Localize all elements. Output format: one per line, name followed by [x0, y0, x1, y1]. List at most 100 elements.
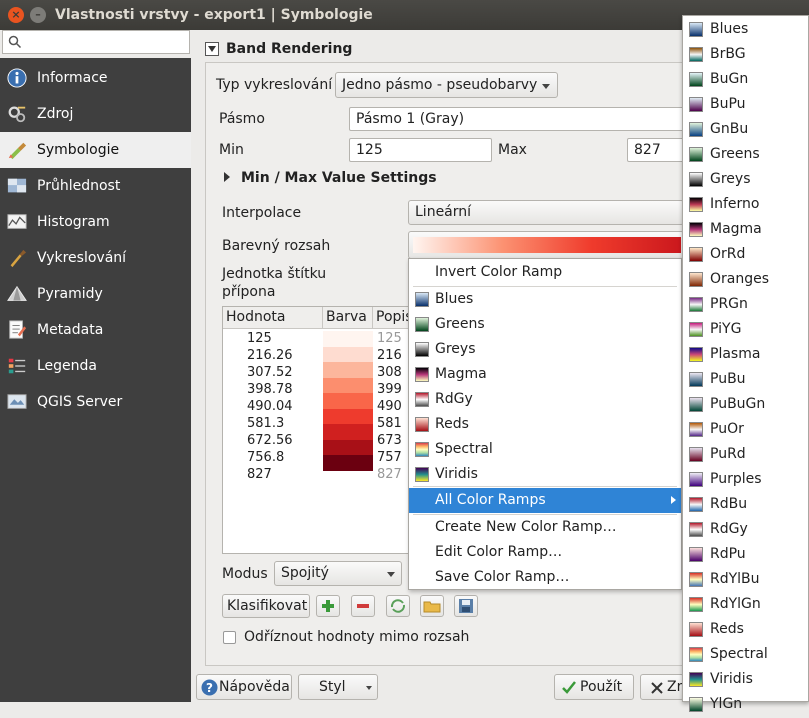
- submenu-item-rdpu[interactable]: RdPu: [683, 543, 809, 568]
- table-cell-color[interactable]: [323, 424, 373, 440]
- table-cell-color[interactable]: [323, 377, 373, 394]
- search-input[interactable]: [25, 32, 185, 52]
- sidebar-item-pyramidy[interactable]: Pyramidy: [0, 276, 191, 312]
- table-cell-color[interactable]: [323, 455, 373, 471]
- submenu-item-viridis[interactable]: Viridis: [683, 668, 809, 693]
- submenu-item-gnbu[interactable]: GnBu: [683, 118, 809, 143]
- close-button[interactable]: Zr: [640, 674, 684, 700]
- close-window-button[interactable]: ×: [8, 7, 24, 23]
- menu-item-magma[interactable]: Magma: [409, 362, 681, 387]
- table-cell-value[interactable]: 216.26: [247, 348, 293, 363]
- render-type-select[interactable]: Jedno pásmo - pseudobarvy: [335, 72, 558, 98]
- save-colormap-button[interactable]: [454, 595, 478, 617]
- minmax-settings-toggle[interactable]: Min / Max Value Settings: [241, 170, 437, 186]
- submenu-item-ylgn[interactable]: YlGn: [683, 693, 809, 718]
- submenu-item-oranges[interactable]: Oranges: [683, 268, 809, 293]
- submenu-item-brbg[interactable]: BrBG: [683, 43, 809, 68]
- add-class-button[interactable]: [316, 595, 340, 617]
- table-cell-value[interactable]: 756.8: [247, 450, 284, 465]
- table-cell-label[interactable]: 673: [377, 433, 402, 448]
- submenu-item-magma[interactable]: Magma: [683, 218, 809, 243]
- sidebar-item-legenda[interactable]: Legenda: [0, 348, 191, 384]
- submenu-item-rdylbu[interactable]: RdYlBu: [683, 568, 809, 593]
- menu-item-save-ramp[interactable]: Save Color Ramp…: [409, 565, 681, 590]
- submenu-item-rdylgn[interactable]: RdYlGn: [683, 593, 809, 618]
- submenu-item-puor[interactable]: PuOr: [683, 418, 809, 443]
- table-cell-color[interactable]: [323, 331, 373, 347]
- collapse-toggle[interactable]: [205, 42, 219, 56]
- table-cell-value[interactable]: 490.04: [247, 399, 293, 414]
- submenu-item-pubugn[interactable]: PuBuGn: [683, 393, 809, 418]
- menu-item-blues[interactable]: Blues: [409, 287, 681, 312]
- menu-item-greens[interactable]: Greens: [409, 312, 681, 337]
- submenu-item-blues[interactable]: Blues: [683, 18, 809, 43]
- style-button[interactable]: Styl: [298, 674, 378, 700]
- sidebar-item-pruhlednost[interactable]: Průhlednost: [0, 168, 191, 204]
- minimize-window-button[interactable]: –: [30, 7, 46, 23]
- submenu-item-rdgy[interactable]: RdGy: [683, 518, 809, 543]
- sidebar-item-zdroj[interactable]: Zdroj: [0, 96, 191, 132]
- load-colormap-button[interactable]: [420, 595, 444, 617]
- submenu-item-orrd[interactable]: OrRd: [683, 243, 809, 268]
- submenu-item-rdbu[interactable]: RdBu: [683, 493, 809, 518]
- sidebar-item-symbologie[interactable]: Symbologie: [0, 132, 191, 168]
- table-cell-label[interactable]: 308: [377, 365, 402, 380]
- clip-checkbox[interactable]: [223, 631, 236, 644]
- table-cell-label[interactable]: 125: [377, 331, 402, 346]
- column-header-value[interactable]: Hodnota: [223, 307, 323, 329]
- table-cell-color[interactable]: [323, 408, 373, 425]
- table-cell-value[interactable]: 125: [247, 331, 272, 346]
- menu-item-create-ramp[interactable]: Create New Color Ramp…: [409, 515, 681, 540]
- min-input[interactable]: 125: [349, 138, 492, 162]
- sidebar-item-metadata[interactable]: Metadata: [0, 312, 191, 348]
- table-cell-label[interactable]: 216: [377, 348, 402, 363]
- submenu-item-bugn[interactable]: BuGn: [683, 68, 809, 93]
- menu-item-spectral[interactable]: Spectral: [409, 437, 681, 462]
- apply-button[interactable]: Použít: [554, 674, 634, 700]
- menu-item-greys[interactable]: Greys: [409, 337, 681, 362]
- table-cell-value[interactable]: 672.56: [247, 433, 293, 448]
- table-cell-value[interactable]: 827: [247, 467, 272, 482]
- submenu-item-bupu[interactable]: BuPu: [683, 93, 809, 118]
- remove-class-button[interactable]: [351, 595, 375, 617]
- reverse-order-button[interactable]: [386, 595, 410, 617]
- submenu-item-spectral[interactable]: Spectral: [683, 643, 809, 668]
- table-cell-label[interactable]: 399: [377, 382, 402, 397]
- max-input[interactable]: 827: [627, 138, 684, 162]
- interpolation-select[interactable]: Lineární: [408, 200, 684, 225]
- column-header-color[interactable]: Barva: [323, 307, 373, 329]
- submenu-item-reds[interactable]: Reds: [683, 618, 809, 643]
- help-button[interactable]: ? Nápověda: [196, 674, 292, 700]
- table-cell-label[interactable]: 757: [377, 450, 402, 465]
- submenu-item-greens[interactable]: Greens: [683, 143, 809, 168]
- color-ramp-button[interactable]: [408, 231, 684, 259]
- band-select[interactable]: Pásmo 1 (Gray): [349, 107, 684, 131]
- table-cell-label[interactable]: 490: [377, 399, 402, 414]
- classify-button[interactable]: Klasifikovat: [222, 594, 310, 618]
- mode-select[interactable]: Spojitý: [274, 561, 402, 586]
- submenu-item-piyg[interactable]: PiYG: [683, 318, 809, 343]
- menu-item-reds[interactable]: Reds: [409, 412, 681, 437]
- sidebar-item-qgis-server[interactable]: QGIS Server: [0, 384, 191, 420]
- menu-item-all-color-ramps[interactable]: All Color Ramps: [409, 488, 681, 513]
- table-cell-color[interactable]: [323, 393, 373, 409]
- sidebar-item-informace[interactable]: Informace: [0, 60, 191, 96]
- menu-item-rdgy[interactable]: RdGy: [409, 387, 681, 412]
- table-cell-value[interactable]: 307.52: [247, 365, 293, 380]
- table-cell-value[interactable]: 398.78: [247, 382, 293, 397]
- table-cell-label[interactable]: 581: [377, 416, 402, 431]
- sidebar-item-vykreslovani[interactable]: Vykreslování: [0, 240, 191, 276]
- menu-item-invert-ramp[interactable]: Invert Color Ramp: [409, 260, 681, 285]
- chevron-right-icon[interactable]: [224, 172, 230, 182]
- table-cell-value[interactable]: 581.3: [247, 416, 284, 431]
- search-field[interactable]: [2, 30, 190, 54]
- submenu-item-purples[interactable]: Purples: [683, 468, 809, 493]
- submenu-item-prgn[interactable]: PRGn: [683, 293, 809, 318]
- table-cell-color[interactable]: [323, 439, 373, 456]
- submenu-item-plasma[interactable]: Plasma: [683, 343, 809, 368]
- table-cell-color[interactable]: [323, 346, 373, 363]
- submenu-item-purd[interactable]: PuRd: [683, 443, 809, 468]
- sidebar-item-histogram[interactable]: Histogram: [0, 204, 191, 240]
- menu-item-viridis[interactable]: Viridis: [409, 462, 681, 487]
- submenu-item-pubu[interactable]: PuBu: [683, 368, 809, 393]
